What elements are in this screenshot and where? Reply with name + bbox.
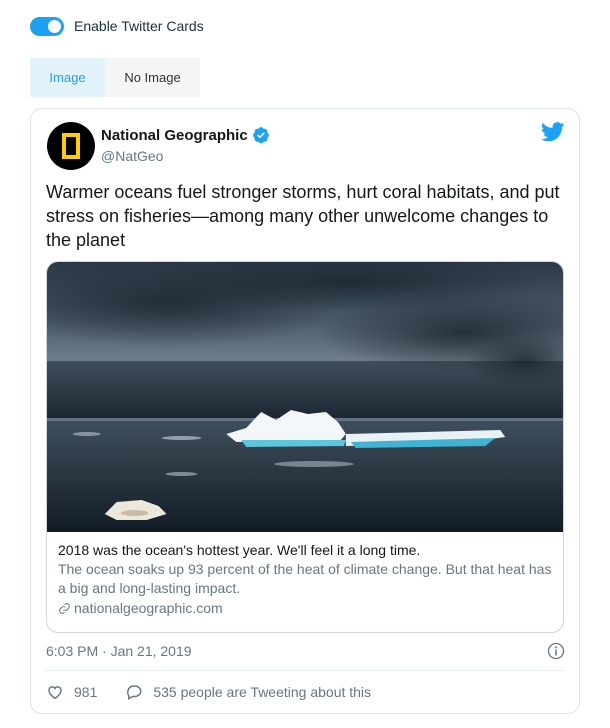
link-meta: 2018 was the ocean's hottest year. We'll… — [47, 532, 563, 618]
discussion-text: 535 people are Tweeting about this — [153, 684, 372, 700]
link-preview-card[interactable]: 2018 was the ocean's hottest year. We'll… — [46, 261, 564, 633]
tweet-embed: National Geographic @NatGeo Warmer ocean… — [30, 108, 580, 714]
like-count: 981 — [74, 684, 98, 700]
avatar[interactable] — [47, 122, 95, 170]
natgeo-logo — [62, 133, 80, 159]
author-block: National Geographic @NatGeo — [101, 126, 270, 164]
link-title: 2018 was the ocean's hottest year. We'll… — [58, 542, 421, 558]
twitter-cards-toggle[interactable] — [30, 16, 64, 36]
tweet-timestamp[interactable]: 6:03 PM · Jan 21, 2019 — [46, 643, 192, 659]
article-image — [47, 262, 563, 532]
discussion-link[interactable]: 535 people are Tweeting about this — [125, 683, 371, 701]
tweet-actions: 981 535 people are Tweeting about this — [46, 683, 371, 701]
comment-icon — [127, 685, 142, 701]
tab-image[interactable]: Image — [30, 58, 105, 97]
link-domain: nationalgeographic.com — [58, 599, 552, 618]
divider — [46, 670, 564, 671]
toggle-knob — [48, 19, 61, 33]
info-icon[interactable] — [547, 642, 565, 660]
like-button[interactable]: 981 — [46, 683, 97, 701]
tweet-text: Warmer oceans fuel stronger storms, hurt… — [46, 182, 560, 250]
verified-badge-icon — [252, 127, 269, 144]
author-handle[interactable]: @NatGeo — [101, 148, 270, 164]
toggle-label: Enable Twitter Cards — [74, 18, 204, 34]
link-icon — [59, 603, 70, 614]
twitter-cards-toggle-row: Enable Twitter Cards — [30, 15, 204, 37]
card-type-tabs: Image No Image — [30, 58, 200, 97]
heart-icon — [48, 686, 62, 700]
link-domain-text: nationalgeographic.com — [74, 600, 223, 616]
tab-no-image[interactable]: No Image — [105, 58, 200, 97]
twitter-bird-icon[interactable] — [541, 122, 565, 142]
author-name[interactable]: National Geographic — [101, 127, 248, 144]
link-description: The ocean soaks up 93 percent of the hea… — [58, 561, 552, 596]
